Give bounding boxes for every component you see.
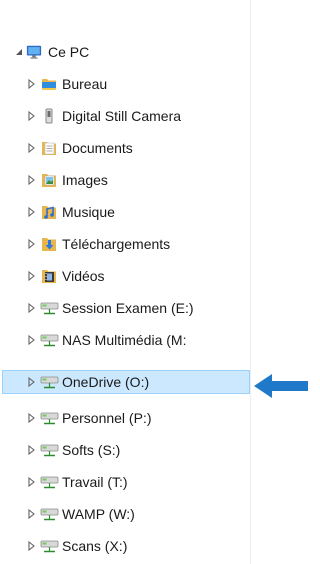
expand-chevron-icon[interactable]	[27, 412, 37, 424]
expand-chevron-icon[interactable]	[27, 110, 37, 122]
tree-item-label: Musique	[62, 204, 115, 220]
expand-chevron-icon[interactable]	[27, 238, 37, 250]
tree-item-images[interactable]: Images	[0, 168, 250, 192]
downloads-folder-icon	[41, 236, 57, 252]
tree-item-label: NAS Multimédia (M:	[62, 332, 187, 348]
network-drive-icon	[40, 332, 59, 348]
network-drive-icon	[40, 538, 59, 554]
expand-chevron-icon[interactable]	[27, 334, 37, 346]
tree-item-label: WAMP (W:)	[62, 506, 135, 522]
tree-item-personnel[interactable]: Personnel (P:)	[0, 406, 250, 430]
tree-item-session-examen[interactable]: Session Examen (E:)	[0, 296, 250, 320]
expand-chevron-icon[interactable]	[27, 78, 37, 90]
tree-item-label: Bureau	[62, 76, 108, 92]
camera-icon	[41, 108, 57, 124]
tree-item-label: Softs (S:)	[62, 442, 121, 458]
music-folder-icon	[41, 204, 57, 220]
expand-chevron-icon[interactable]	[27, 174, 37, 186]
network-drive-icon	[40, 374, 59, 390]
expand-chevron-icon[interactable]	[27, 376, 37, 388]
network-drive-icon	[40, 410, 59, 426]
network-drive-icon	[40, 506, 59, 522]
expand-chevron-icon[interactable]	[27, 270, 37, 282]
tree-item-travail[interactable]: Travail (T:)	[0, 470, 250, 494]
expand-chevron-icon[interactable]	[27, 302, 37, 314]
tree-item-label: Téléchargements	[62, 236, 171, 252]
expand-chevron-icon[interactable]	[27, 142, 37, 154]
expand-chevron-icon[interactable]	[27, 508, 37, 520]
tree-item-onedrive[interactable]: OneDrive (O:)	[0, 370, 250, 394]
collapse-chevron-icon[interactable]	[14, 46, 24, 58]
expand-chevron-icon[interactable]	[27, 476, 37, 488]
tree-item-label: Scans (X:)	[62, 538, 128, 554]
tree-item-label: Ce PC	[48, 44, 90, 60]
tree-item-label: OneDrive (O:)	[62, 374, 150, 390]
desktop-folder-icon	[41, 76, 57, 92]
tree-item-bureau[interactable]: Bureau	[0, 72, 250, 96]
tree-item-ce-pc[interactable]: Ce PC	[0, 40, 250, 64]
network-drive-icon	[40, 442, 59, 458]
tree-item-label: Documents	[62, 140, 133, 156]
tree-item-scans[interactable]: Scans (X:)	[0, 534, 250, 558]
pc-icon	[26, 44, 42, 60]
expand-chevron-icon[interactable]	[27, 206, 37, 218]
tree-item-musique[interactable]: Musique	[0, 200, 250, 224]
tree-item-label: Vidéos	[62, 268, 105, 284]
tree-item-label: Personnel (P:)	[62, 410, 152, 426]
tree-item-documents[interactable]: Documents	[0, 136, 250, 160]
tree-item-label: Session Examen (E:)	[62, 300, 194, 316]
tree-item-digital-still-camera[interactable]: Digital Still Camera	[0, 104, 250, 128]
tree-item-label: Travail (T:)	[62, 474, 128, 490]
tree-item-softs[interactable]: Softs (S:)	[0, 438, 250, 462]
tree-item-videos[interactable]: Vidéos	[0, 264, 250, 288]
pictures-folder-icon	[41, 172, 57, 188]
network-drive-icon	[40, 300, 59, 316]
expand-chevron-icon[interactable]	[27, 444, 37, 456]
videos-folder-icon	[41, 268, 57, 284]
tree-item-wamp[interactable]: WAMP (W:)	[0, 502, 250, 526]
tree-item-label: Images	[62, 172, 108, 188]
expand-chevron-icon[interactable]	[27, 540, 37, 552]
tree-item-telechargements[interactable]: Téléchargements	[0, 232, 250, 256]
annotation-arrow-icon	[254, 374, 308, 398]
documents-folder-icon	[41, 140, 57, 156]
tree-item-label: Digital Still Camera	[62, 108, 182, 124]
network-drive-icon	[40, 474, 59, 490]
tree-item-nas-multimedia[interactable]: NAS Multimédia (M:	[0, 328, 250, 352]
navigation-pane: Ce PC Bureau Digital Still Camera Docume…	[0, 0, 251, 564]
